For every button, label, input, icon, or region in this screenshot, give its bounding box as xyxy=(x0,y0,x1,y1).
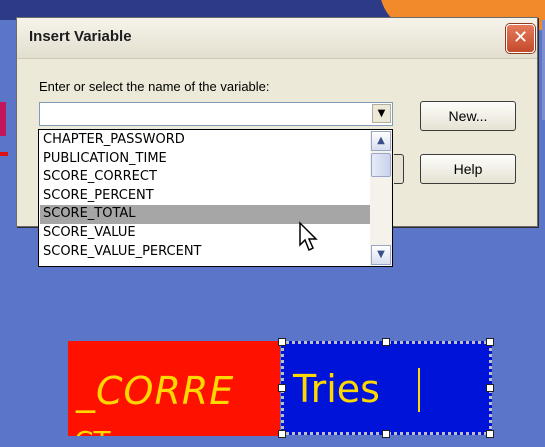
close-button[interactable]: ✕ xyxy=(506,24,535,53)
list-item-chapter-password[interactable]: CHAPTER_PASSWORD xyxy=(40,131,370,150)
correct-text-line2: CT xyxy=(74,425,111,436)
selection-border xyxy=(281,341,492,435)
close-icon: ✕ xyxy=(512,27,529,48)
list-item-score-percent[interactable]: SCORE_PERCENT xyxy=(40,187,370,206)
correct-text-box[interactable]: _CORRE CT xyxy=(68,341,280,436)
left-edge-mark xyxy=(0,102,6,136)
list-item-publication-time[interactable]: PUBLICATION_TIME xyxy=(40,150,370,169)
scroll-up-icon[interactable]: ▲ xyxy=(371,131,391,151)
resize-handle-top-right[interactable] xyxy=(486,338,494,346)
variable-name-input[interactable] xyxy=(42,104,368,122)
list-scrollbar[interactable]: ▲ ▼ xyxy=(370,131,392,265)
variable-prompt-label: Enter or select the name of the variable… xyxy=(39,79,270,94)
resize-handle-right[interactable] xyxy=(486,384,494,392)
dialog-titlebar[interactable]: Insert Variable ✕ xyxy=(17,18,537,59)
variable-list: CHAPTER_PASSWORD PUBLICATION_TIME SCORE_… xyxy=(40,131,370,265)
resize-handle-bottom[interactable] xyxy=(382,430,390,438)
scroll-thumb[interactable] xyxy=(371,153,391,177)
list-item-score-correct[interactable]: SCORE_CORRECT xyxy=(40,168,370,187)
left-edge-dash xyxy=(0,152,8,156)
resize-handle-left[interactable] xyxy=(278,384,286,392)
new-button[interactable]: New... xyxy=(420,101,516,131)
dialog-title: Insert Variable xyxy=(29,28,132,45)
resize-handle-bottom-left[interactable] xyxy=(278,430,286,438)
list-item-score-value-percent[interactable]: SCORE_VALUE_PERCENT xyxy=(40,243,370,262)
variable-dropdown-list[interactable]: CHAPTER_PASSWORD PUBLICATION_TIME SCORE_… xyxy=(38,129,393,267)
resize-handle-top-left[interactable] xyxy=(278,338,286,346)
correct-text: _CORRE xyxy=(76,369,235,413)
help-button[interactable]: Help xyxy=(420,154,516,184)
list-item-score-value[interactable]: SCORE_VALUE xyxy=(40,224,370,243)
mouse-pointer-icon xyxy=(299,221,318,252)
scroll-down-icon[interactable]: ▼ xyxy=(371,245,391,265)
resize-handle-top[interactable] xyxy=(382,338,390,346)
dropdown-arrow-icon[interactable]: ▼ xyxy=(372,104,391,123)
resize-handle-bottom-right[interactable] xyxy=(486,430,494,438)
list-item-score-total[interactable]: SCORE_TOTAL xyxy=(40,205,370,224)
partially-hidden-button[interactable] xyxy=(394,154,404,184)
variable-combobox[interactable]: ▼ xyxy=(39,102,393,126)
